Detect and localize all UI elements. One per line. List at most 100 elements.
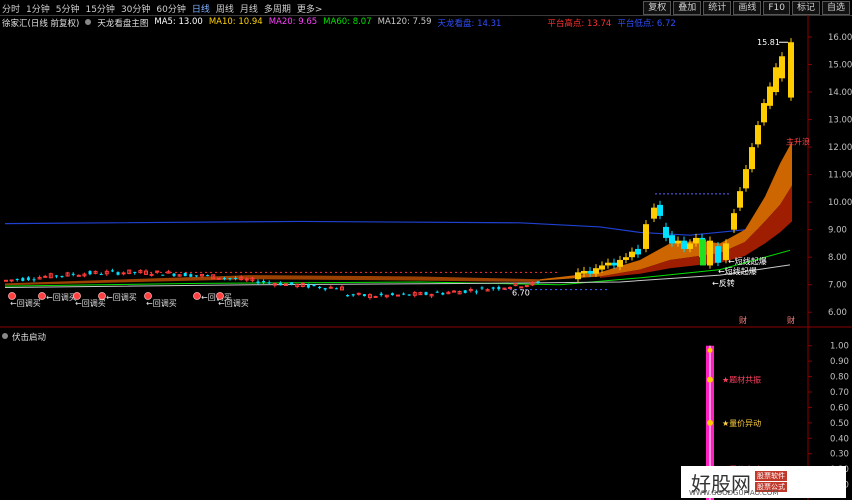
signal-label: ★题材共振 xyxy=(722,375,761,385)
candle-body xyxy=(133,271,137,273)
signal-annotation: ←反转 xyxy=(712,278,735,288)
y-tick-label: 9.00 xyxy=(828,226,847,236)
candle-body xyxy=(707,240,713,266)
candle-body xyxy=(54,275,58,277)
watermark-tag-1: 股票软件 xyxy=(755,471,787,481)
signal-dot xyxy=(707,419,713,426)
watermark: 好股网 股票软件 股票公式 WWW.GOODGUPIAO.COM xyxy=(681,466,846,498)
candle-body xyxy=(43,275,48,278)
high-price-label: 15.81 xyxy=(757,38,780,47)
candle-body xyxy=(474,291,478,293)
buy-signal-label: ←回调买 xyxy=(146,299,177,308)
candle-body xyxy=(788,42,794,98)
candle-body xyxy=(379,293,383,296)
candle-body xyxy=(767,86,773,106)
candle-body xyxy=(605,262,611,266)
candle-body xyxy=(9,279,14,282)
candle-body xyxy=(587,270,593,274)
y-tick-label: 0.60 xyxy=(830,403,849,413)
candle-body xyxy=(216,277,221,280)
candle-body xyxy=(15,278,19,280)
candle-body xyxy=(617,259,623,267)
y-tick-label: 1.00 xyxy=(830,342,849,352)
candle-body xyxy=(71,273,75,275)
candle-body xyxy=(110,270,114,272)
candle-body xyxy=(651,207,657,219)
candle-body xyxy=(599,265,605,270)
candle-body xyxy=(737,191,743,208)
candle-body xyxy=(76,274,81,277)
candle-body xyxy=(99,274,103,276)
candle-body xyxy=(290,282,294,285)
candle-body xyxy=(761,103,767,123)
candle-body xyxy=(183,272,187,277)
candle-body xyxy=(172,273,176,276)
y-tick-label: 0.50 xyxy=(830,419,849,429)
candle-body xyxy=(323,288,327,290)
candle-body xyxy=(657,204,663,216)
candle-body xyxy=(262,281,266,283)
candle-body xyxy=(60,275,64,277)
buy-signal-icon xyxy=(38,292,46,300)
candle-body xyxy=(351,294,355,296)
y-tick-label: 12.00 xyxy=(828,143,852,153)
y-tick-label: 0.30 xyxy=(830,450,849,460)
candle-body xyxy=(32,279,36,281)
candle-body xyxy=(611,262,617,266)
candle-body xyxy=(675,240,681,244)
candle-body xyxy=(194,275,198,277)
y-tick-label: 14.00 xyxy=(828,88,852,98)
y-tick-label: 11.00 xyxy=(828,171,852,181)
candle-body xyxy=(773,67,779,93)
candle-body xyxy=(328,286,333,289)
candle-body xyxy=(356,292,361,295)
candle-body xyxy=(435,291,439,293)
buy-signal-icon xyxy=(193,292,201,300)
candle-body xyxy=(4,279,8,282)
candle-body xyxy=(189,274,193,277)
candle-body xyxy=(346,295,350,297)
buy-signal-label: ←回调买 xyxy=(10,299,41,308)
candle-body xyxy=(318,286,322,289)
y-tick-label: 13.00 xyxy=(828,116,852,126)
candle-body xyxy=(743,169,749,189)
candle-body xyxy=(629,251,635,258)
candle-body xyxy=(256,281,260,284)
candle-body xyxy=(116,272,120,275)
candle-body xyxy=(88,271,92,275)
y-tick-label: 0.40 xyxy=(830,434,849,444)
candle-body xyxy=(669,235,675,244)
candle-body xyxy=(536,281,540,283)
buy-signal-label: ←回调买 xyxy=(75,299,106,308)
candle-body xyxy=(424,292,428,295)
watermark-url: WWW.GOODGUPIAO.COM xyxy=(689,489,779,497)
y-tick-label: 10.00 xyxy=(828,198,852,208)
candle-body xyxy=(390,293,394,295)
candle-body xyxy=(731,213,737,230)
signal-annotation: ←短线起爆 xyxy=(728,256,767,266)
candle-body xyxy=(149,273,154,276)
candle-body xyxy=(715,246,721,263)
candle-body xyxy=(635,248,641,255)
candle-body xyxy=(441,293,445,295)
candle-body xyxy=(21,278,25,281)
chart-canvas[interactable]: 16.00 15.00 14.00 13.00 12.00 11.00 10.00 9.00 8… xyxy=(0,0,852,500)
candle-body xyxy=(581,270,587,274)
buy-signal-label: ←回调买 xyxy=(218,299,249,308)
candle-body xyxy=(234,278,238,280)
candle-body xyxy=(306,284,310,288)
candle-body xyxy=(693,237,699,244)
candle-body xyxy=(755,125,761,145)
candle-body xyxy=(334,288,338,290)
signal-annotation: ←短线起爆 xyxy=(718,266,757,276)
signal-dot xyxy=(707,376,713,383)
y-tick-label: 6.00 xyxy=(828,308,847,318)
y-tick-label: 8.00 xyxy=(828,253,847,263)
signal-dot xyxy=(707,347,713,353)
candle-body xyxy=(623,257,629,260)
y-tick-label: 16.00 xyxy=(828,33,852,43)
candle-body xyxy=(407,294,411,296)
candle-body xyxy=(643,224,649,249)
candle-body xyxy=(779,56,785,79)
candle-body xyxy=(700,239,706,266)
